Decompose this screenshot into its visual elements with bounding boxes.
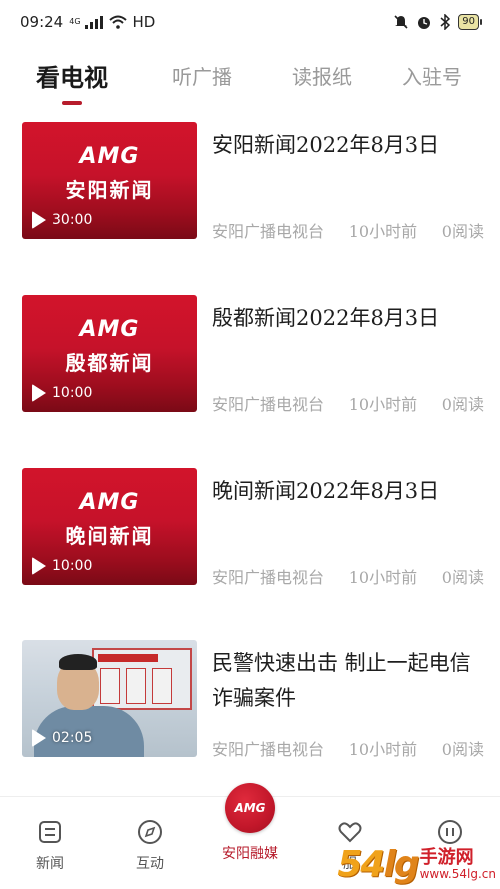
news-title[interactable]: 民警快速出击 制止一起电信诈骗案件 (212, 646, 482, 716)
signal-icon (84, 15, 103, 29)
tab-settled-accounts[interactable]: 入驻号 (384, 61, 480, 90)
hd-badge: HD (132, 13, 156, 31)
list-item[interactable]: AMG 安阳新闻 30:00 安阳新闻2022年8月3日 安阳广播电视台 10小… (0, 122, 500, 242)
news-reads: 0阅读 (441, 222, 484, 241)
video-duration: 30:00 (32, 211, 92, 229)
news-title[interactable]: 殷都新闻2022年8月3日 (212, 301, 482, 336)
news-time: 10小时前 (348, 395, 418, 414)
watermark-suffix: lg (383, 844, 419, 885)
list-item[interactable]: 02:05 民警快速出击 制止一起电信诈骗案件 安阳广播电视台 10小时前 0阅… (0, 640, 500, 760)
nav-label: 新闻 (36, 856, 64, 872)
duration-text: 30:00 (52, 212, 93, 228)
watermark-site-name: 手游网 (419, 847, 474, 868)
video-duration: 02:05 (32, 729, 92, 747)
video-thumbnail[interactable]: AMG 安阳新闻 30:00 (22, 122, 197, 239)
news-meta: 安阳广播电视台 10小时前 0阅读 (212, 564, 484, 588)
tab-listen-radio[interactable]: 听广播 (154, 61, 250, 90)
list-item[interactable]: AMG 殷都新闻 10:00 殷都新闻2022年8月3日 安阳广播电视台 10小… (0, 295, 500, 415)
news-time: 10小时前 (348, 568, 418, 587)
tab-label: 看电视 (36, 63, 108, 92)
video-thumbnail[interactable]: AMG 殷都新闻 10:00 (22, 295, 197, 412)
top-tabs: 看电视 听广播 读报纸 入驻号 (0, 50, 500, 105)
nav-item-interact[interactable]: 互动 (100, 797, 200, 889)
tab-active-indicator (62, 100, 82, 105)
news-time: 10小时前 (348, 740, 418, 759)
compass-icon (137, 819, 163, 845)
status-time: 09:24 (20, 13, 64, 31)
nav-item-anyang-media[interactable]: AMG 安阳融媒 (200, 783, 300, 889)
amg-logo: AMG (79, 144, 140, 169)
watermark-text: 手游网 www.54lg.cn (420, 848, 496, 881)
battery-level: 90 (458, 14, 479, 30)
battery-icon: 90 (458, 14, 482, 30)
status-right: 90 (393, 14, 482, 30)
mute-icon (394, 15, 408, 29)
news-title[interactable]: 安阳新闻2022年8月3日 (212, 128, 482, 163)
video-thumbnail[interactable]: 02:05 (22, 640, 197, 757)
list-item[interactable]: AMG 晚间新闻 10:00 晚间新闻2022年8月3日 安阳广播电视台 10小… (0, 468, 500, 588)
news-source: 安阳广播电视台 (212, 222, 325, 241)
thumbnail-title: 安阳新闻 (65, 178, 154, 202)
nav-label: 安阳融媒 (222, 846, 278, 862)
background-wall (92, 648, 192, 710)
news-source: 安阳广播电视台 (212, 740, 325, 759)
network-type: 4G (69, 17, 81, 26)
news-time: 10小时前 (348, 222, 418, 241)
news-icon (37, 819, 63, 845)
duration-text: 10:00 (52, 558, 93, 574)
news-reads: 0阅读 (441, 740, 484, 759)
thumbnail-title: 殷都新闻 (65, 351, 154, 375)
video-duration: 10:00 (32, 384, 92, 402)
duration-text: 10:00 (52, 385, 93, 401)
news-meta: 安阳广播电视台 10小时前 0阅读 (212, 736, 484, 760)
site-watermark: 54 lg 手游网 www.54lg.cn (337, 844, 496, 885)
badge-text: AMG (234, 801, 266, 815)
tab-watch-tv[interactable]: 看电视 (18, 58, 126, 105)
play-icon (32, 384, 46, 402)
news-meta: 安阳广播电视台 10小时前 0阅读 (212, 218, 484, 242)
tab-read-newspaper[interactable]: 读报纸 (274, 61, 370, 90)
tab-label: 听广播 (172, 64, 232, 89)
nav-label: 互动 (136, 856, 164, 872)
amg-logo-icon: AMG (225, 783, 275, 833)
heart-icon (337, 819, 363, 845)
thumbnail-title: 晚间新闻 (65, 524, 154, 548)
alarm-icon (418, 17, 431, 29)
tab-label: 读报纸 (292, 64, 352, 89)
nav-item-news[interactable]: 新闻 (0, 797, 100, 889)
bluetooth-icon (440, 14, 451, 30)
video-thumbnail[interactable]: AMG 晚间新闻 10:00 (22, 468, 197, 585)
play-icon (32, 211, 46, 229)
watermark-url: www.54lg.cn (419, 867, 496, 881)
amg-logo: AMG (79, 490, 140, 515)
status-left: 09:24 4G HD (20, 13, 155, 31)
amg-logo: AMG (79, 317, 140, 342)
news-source: 安阳广播电视台 (212, 568, 325, 587)
news-reads: 0阅读 (441, 395, 484, 414)
play-icon (32, 557, 46, 575)
news-reads: 0阅读 (441, 568, 484, 587)
duration-text: 02:05 (52, 730, 93, 746)
news-meta: 安阳广播电视台 10小时前 0阅读 (212, 391, 484, 415)
status-bar: 09:24 4G HD 90 (0, 0, 500, 44)
pause-icon (437, 819, 463, 845)
news-title[interactable]: 晚间新闻2022年8月3日 (212, 474, 482, 509)
video-duration: 10:00 (32, 557, 92, 575)
wifi-icon (108, 15, 127, 29)
tab-label: 入驻号 (402, 64, 462, 89)
play-icon (32, 729, 46, 747)
watermark-number: 54 (337, 844, 385, 885)
news-source: 安阳广播电视台 (212, 395, 325, 414)
